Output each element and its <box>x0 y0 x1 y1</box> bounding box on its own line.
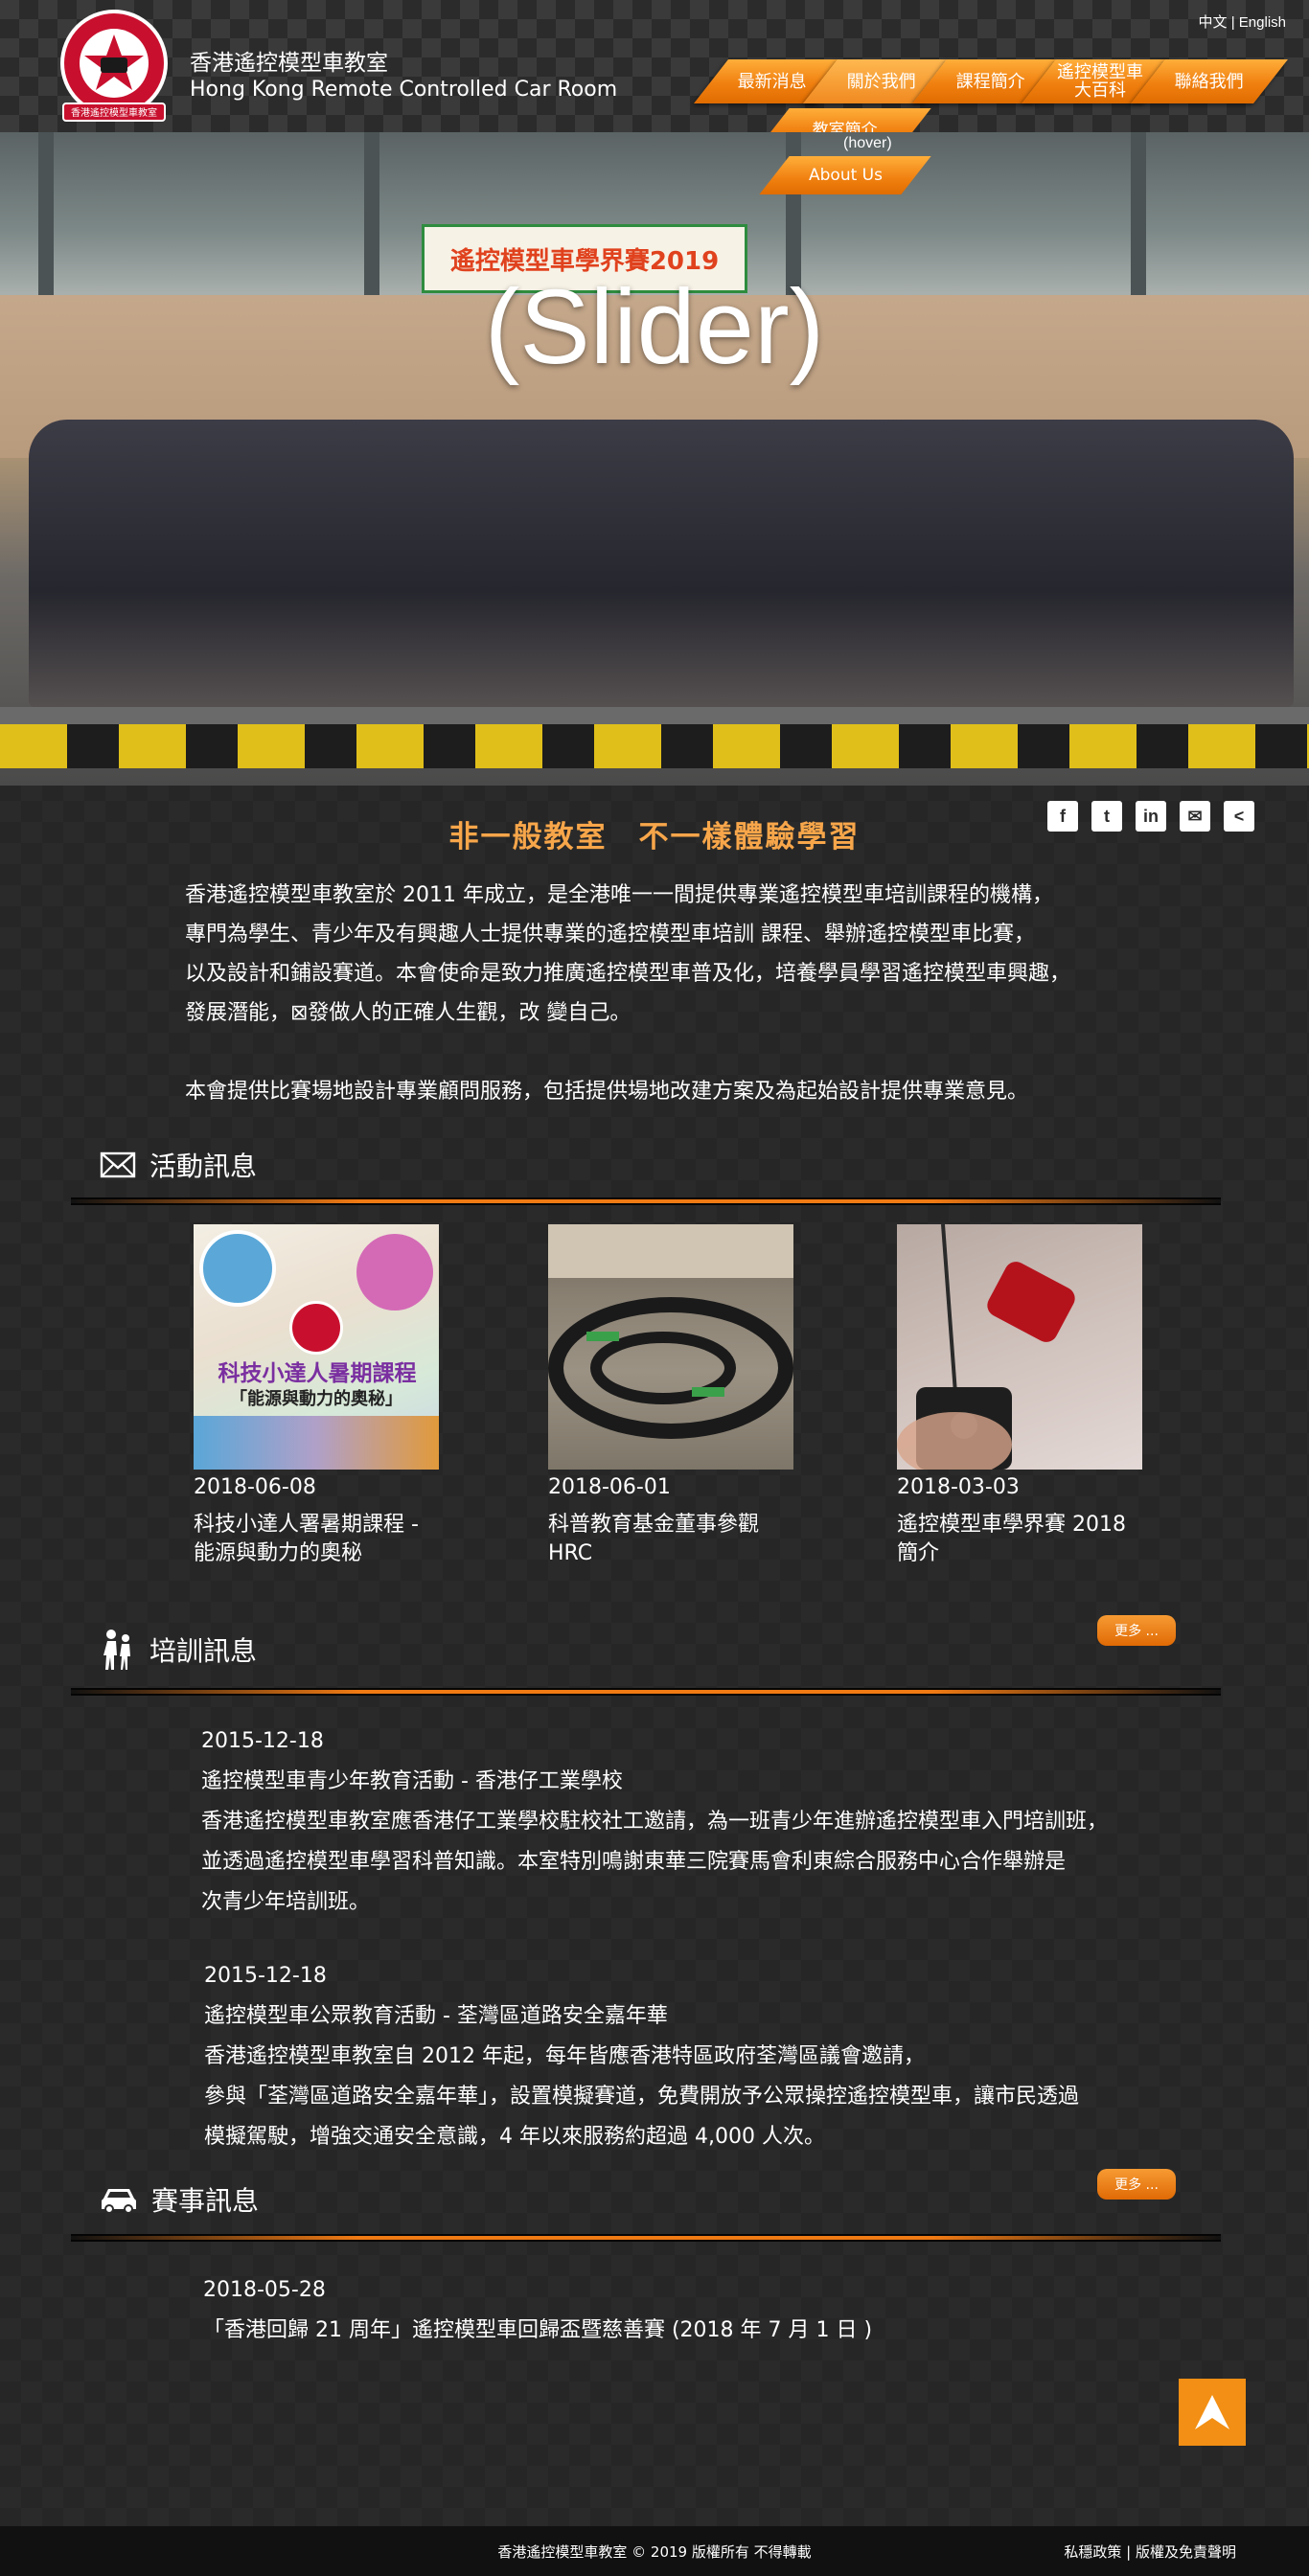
people-walking-icon <box>103 1630 130 1670</box>
logo-text: 香港遙控模型車教室 <box>71 106 157 119</box>
training-line: 香港遙控模型車教室自 2012 年起，每年皆應香港特區政府荃灣區議會邀請， <box>204 2044 925 2068</box>
races-section-title: 賽事訊息 <box>100 2180 259 2219</box>
footer-separator: | <box>1126 2543 1132 2561</box>
lang-en-link[interactable]: English <box>1239 14 1286 31</box>
intro-line: 專門為學生、青少年及有興趣人士提供專業的遙控模型車培訓 課程、舉辦遙控模型車比賽… <box>185 923 1035 946</box>
footer: 香港遙控模型車教室 © 2019 版權所有 不得轉載 私穩政策 | 版權及免責聲… <box>0 2526 1309 2576</box>
race-entry[interactable]: 2018-05-28 「香港回歸 21 周年」遙控模型車回歸盃暨慈善賽 (201… <box>203 2270 872 2351</box>
arrow-up-icon <box>1195 2395 1229 2429</box>
email-icon[interactable]: ✉ <box>1180 801 1210 832</box>
nav-label: 遙控模型車 大百科 <box>1057 62 1143 101</box>
race-title[interactable]: 「香港回歸 21 周年」遙控模型車回歸盃暨慈善賽 (2018 年 7 月 1 日… <box>203 2311 872 2351</box>
training-divider <box>71 1688 1221 1696</box>
logo[interactable]: 香港遙控模型車教室 <box>56 8 172 125</box>
section-title-text: 賽事訊息 <box>151 2185 260 2217</box>
disclaimer-link[interactable]: 版權及免責聲明 <box>1136 2543 1236 2561</box>
training-more-button[interactable]: 更多 ... <box>1097 2169 1176 2200</box>
intro-line: 以及設計和鋪設賽道。本會使命是致力推廣遙控模型車普及化，培養學員學習遙控模型車興… <box>185 962 1071 986</box>
thumbnail-text: 科技小達人暑期課程 <box>218 1361 417 1386</box>
intro-line: 發展潛能，⊠發做人的正確人生觀，改 變自己。 <box>185 1001 632 1025</box>
thumbnail-photo-strip <box>194 1416 439 1470</box>
language-switcher: 中文 | English <box>1199 11 1286 32</box>
submenu-label: About Us <box>808 166 883 185</box>
thumbnail-logo <box>289 1301 343 1355</box>
thumbnail-subtext: 「能源與動力的奧秘」 <box>230 1389 402 1409</box>
activity-thumbnail[interactable] <box>897 1224 1142 1470</box>
intro-line-extra: 本會提供比賽場地設計專業顧問服務，包括提供場地改建方案及為起始設計提供專業意見。 <box>185 1080 1029 1104</box>
thumbnail-badge <box>356 1234 433 1311</box>
activity-date: 2018-06-08 <box>194 1475 316 1499</box>
races-divider <box>71 2234 1221 2242</box>
hover-note: (hover) <box>843 135 892 151</box>
activity-date: 2018-03-03 <box>897 1475 1020 1499</box>
slider-label: (Slider) <box>484 268 825 386</box>
lang-zh-link[interactable]: 中文 <box>1199 14 1228 31</box>
nav-label: 最新消息 <box>738 71 807 92</box>
activity-card[interactable]: 2018-06-01 科普教育基金董事參觀 HRC <box>548 1224 826 1568</box>
training-date: 2015-12-18 <box>201 1729 324 1753</box>
section-title-text: 活動訊息 <box>149 1151 258 1182</box>
activity-title[interactable]: 遙控模型車學界賽 2018 簡介 <box>897 1511 1175 1568</box>
section-title-text: 培訓訊息 <box>149 1635 258 1667</box>
privacy-link[interactable]: 私穩政策 <box>1064 2543 1121 2561</box>
thumbnail-rc-controller <box>897 1224 1075 1470</box>
intro-line: 香港遙控模型車教室於 2011 年成立，是全港唯一一間提供專業遙控模型車培訓課程… <box>185 883 1053 907</box>
share-icon[interactable]: < <box>1224 801 1254 832</box>
race-date: 2018-05-28 <box>203 2278 326 2302</box>
thumbnail-track <box>548 1224 793 1439</box>
site-title[interactable]: 香港遙控模型車教室 Hong Kong Remote Controlled Ca… <box>190 50 617 103</box>
activity-title[interactable]: 科普教育基金董事參觀 HRC <box>548 1511 826 1568</box>
car-icon <box>102 2189 136 2214</box>
site-header: 香港遙控模型車教室 香港遙控模型車教室 Hong Kong Remote Con… <box>0 0 1309 147</box>
training-line: 香港遙控模型車教室應香港仔工業學校駐校社工邀請，為一班青少年進辦遙控模型車入門培… <box>201 1810 1109 1834</box>
activities-divider <box>71 1197 1221 1205</box>
envelope-icon <box>100 1151 136 1178</box>
training-section-title: 培訓訊息 <box>100 1629 257 1671</box>
footer-links: 私穩政策 | 版權及免責聲明 <box>1064 2542 1236 2562</box>
hero-slider[interactable]: 遙控模型車學界賽2019 (Slider) <box>0 132 1309 786</box>
activity-thumbnail[interactable]: 科技小達人暑期課程 「能源與動力的奧秘」 <box>194 1224 439 1470</box>
training-line: 參與「荃灣區道路安全嘉年華」，設置模擬賽道，免費開放予公眾操控遙控模型車，讓市民… <box>204 2085 1080 2109</box>
slider-image-curb <box>0 724 1309 768</box>
thumbnail-badge <box>199 1230 276 1307</box>
site-title-zh: 香港遙控模型車教室 <box>190 51 388 76</box>
lang-separator: | <box>1230 14 1235 31</box>
activity-card[interactable]: 科技小達人暑期課程 「能源與動力的奧秘」 2018-06-08 科技小達人署暑期… <box>194 1224 471 1568</box>
submenu-about-us-en[interactable]: About Us <box>759 156 931 194</box>
activity-thumbnail[interactable] <box>548 1224 793 1470</box>
activity-card[interactable]: 2018-03-03 遙控模型車學界賽 2018 簡介 <box>897 1224 1175 1568</box>
nav-label: 聯絡我們 <box>1175 71 1244 92</box>
training-line: 模擬駕駛，增強交通安全意識，4 年以來服務約超過 4,000 人次。 <box>204 2125 825 2149</box>
training-title[interactable]: 遙控模型車青少年教育活動 - 香港仔工業學校 <box>201 1762 1179 1802</box>
nav-label: 關於我們 <box>847 71 916 92</box>
activity-title[interactable]: 科技小達人署暑期課程 - 能源與動力的奧秘 <box>194 1511 471 1568</box>
back-to-top-button[interactable] <box>1179 2379 1246 2446</box>
training-date: 2015-12-18 <box>204 1964 327 1988</box>
slider-image-group-photo <box>29 420 1294 707</box>
linkedin-icon[interactable]: in <box>1136 801 1166 832</box>
training-title[interactable]: 遙控模型車公眾教育活動 - 荃灣區道路安全嘉年華 <box>204 1996 1182 2037</box>
twitter-icon[interactable]: t <box>1091 801 1122 832</box>
intro-body: 香港遙控模型車教室於 2011 年成立，是全港唯一一間提供專業遙控模型車培訓課程… <box>185 876 1162 1111</box>
facebook-icon[interactable]: f <box>1047 801 1078 832</box>
site-title-en: Hong Kong Remote Controlled Car Room <box>190 78 618 102</box>
training-entry[interactable]: 2015-12-18 遙控模型車青少年教育活動 - 香港仔工業學校 香港遙控模型… <box>201 1721 1179 1923</box>
training-entry[interactable]: 2015-12-18 遙控模型車公眾教育活動 - 荃灣區道路安全嘉年華 香港遙控… <box>204 1956 1182 2157</box>
activities-more-button[interactable]: 更多 ... <box>1097 1615 1176 1646</box>
training-line: 次青少年培訓班。 <box>201 1890 371 1914</box>
training-line: 並透過遙控模型車學習科普知識。本室特別鳴謝東華三院賽馬會利東綜合服務中心合作舉辦… <box>201 1850 1067 1874</box>
activity-date: 2018-06-01 <box>548 1475 671 1499</box>
activities-section-title: 活動訊息 <box>100 1146 257 1184</box>
nav-label: 課程簡介 <box>956 71 1025 92</box>
share-buttons: f t in ✉ < <box>1047 801 1254 832</box>
